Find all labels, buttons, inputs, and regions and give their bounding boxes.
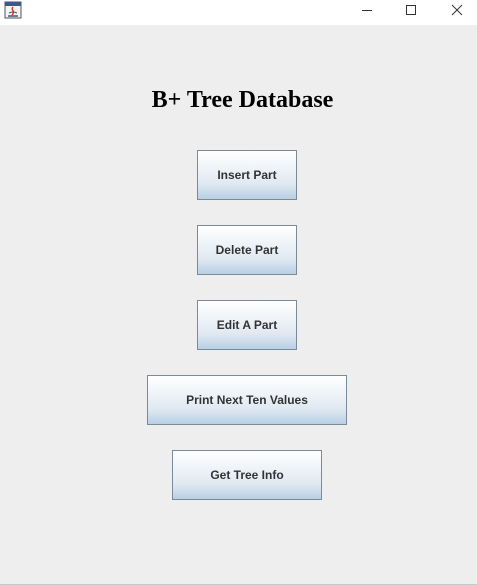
minimize-icon bbox=[361, 4, 373, 16]
close-icon bbox=[451, 4, 463, 16]
maximize-icon bbox=[405, 4, 417, 16]
edit-part-button[interactable]: Edit A Part bbox=[197, 300, 297, 350]
minimize-button[interactable] bbox=[345, 0, 389, 20]
delete-part-button[interactable]: Delete Part bbox=[197, 225, 297, 275]
maximize-button[interactable] bbox=[389, 0, 433, 20]
java-app-icon[interactable] bbox=[4, 1, 22, 19]
insert-part-button[interactable]: Insert Part bbox=[197, 150, 297, 200]
title-bar[interactable] bbox=[0, 0, 477, 25]
get-tree-info-button[interactable]: Get Tree Info bbox=[172, 450, 322, 500]
close-button[interactable] bbox=[435, 0, 477, 20]
page-title: B+ Tree Database bbox=[151, 87, 334, 113]
print-next-ten-values-button[interactable]: Print Next Ten Values bbox=[147, 375, 347, 425]
app-window: B+ Tree Database Insert Part Delete Part… bbox=[0, 0, 477, 585]
